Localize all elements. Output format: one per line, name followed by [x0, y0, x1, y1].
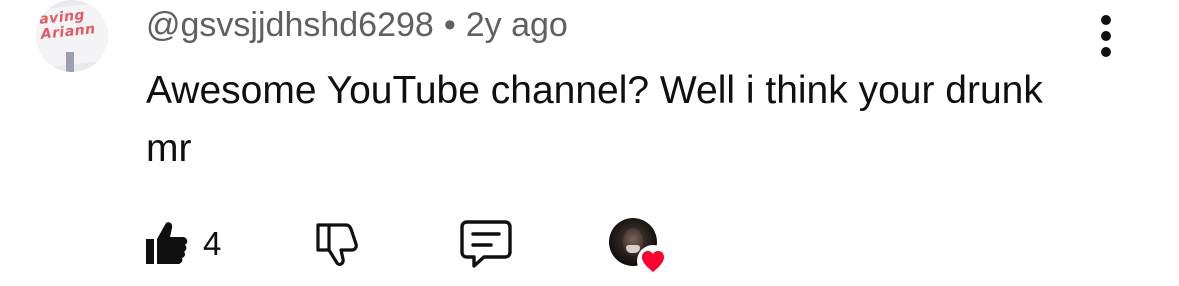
header-separator: •	[443, 6, 456, 44]
creator-heart-icon	[637, 245, 669, 277]
like-button[interactable]	[142, 218, 190, 266]
comment-bubble-icon	[460, 220, 512, 268]
like-count: 4	[203, 225, 222, 262]
comment-timestamp: 2y ago	[465, 6, 568, 44]
comment-text: Awesome YouTube channel? Well i think yo…	[146, 69, 1043, 170]
avatar-sign-text: aving Ariann	[38, 7, 96, 43]
comment-actions: 4	[0, 210, 1179, 280]
thumbs-up-filled-icon	[146, 222, 188, 264]
dislike-button[interactable]	[312, 220, 360, 268]
thumbs-down-outline-icon	[316, 223, 358, 266]
comment-header: @gsvsjjdhshd6298 • 2y ago	[146, 5, 568, 45]
more-options-button[interactable]	[1092, 14, 1120, 58]
reply-button[interactable]	[458, 218, 514, 270]
author-avatar[interactable]: aving Ariann	[36, 0, 108, 72]
more-vertical-icon	[1101, 15, 1111, 57]
creator-heart[interactable]	[606, 216, 672, 278]
avatar-sign-pole	[66, 52, 74, 72]
author-handle[interactable]: @gsvsjjdhshd6298	[146, 6, 434, 44]
